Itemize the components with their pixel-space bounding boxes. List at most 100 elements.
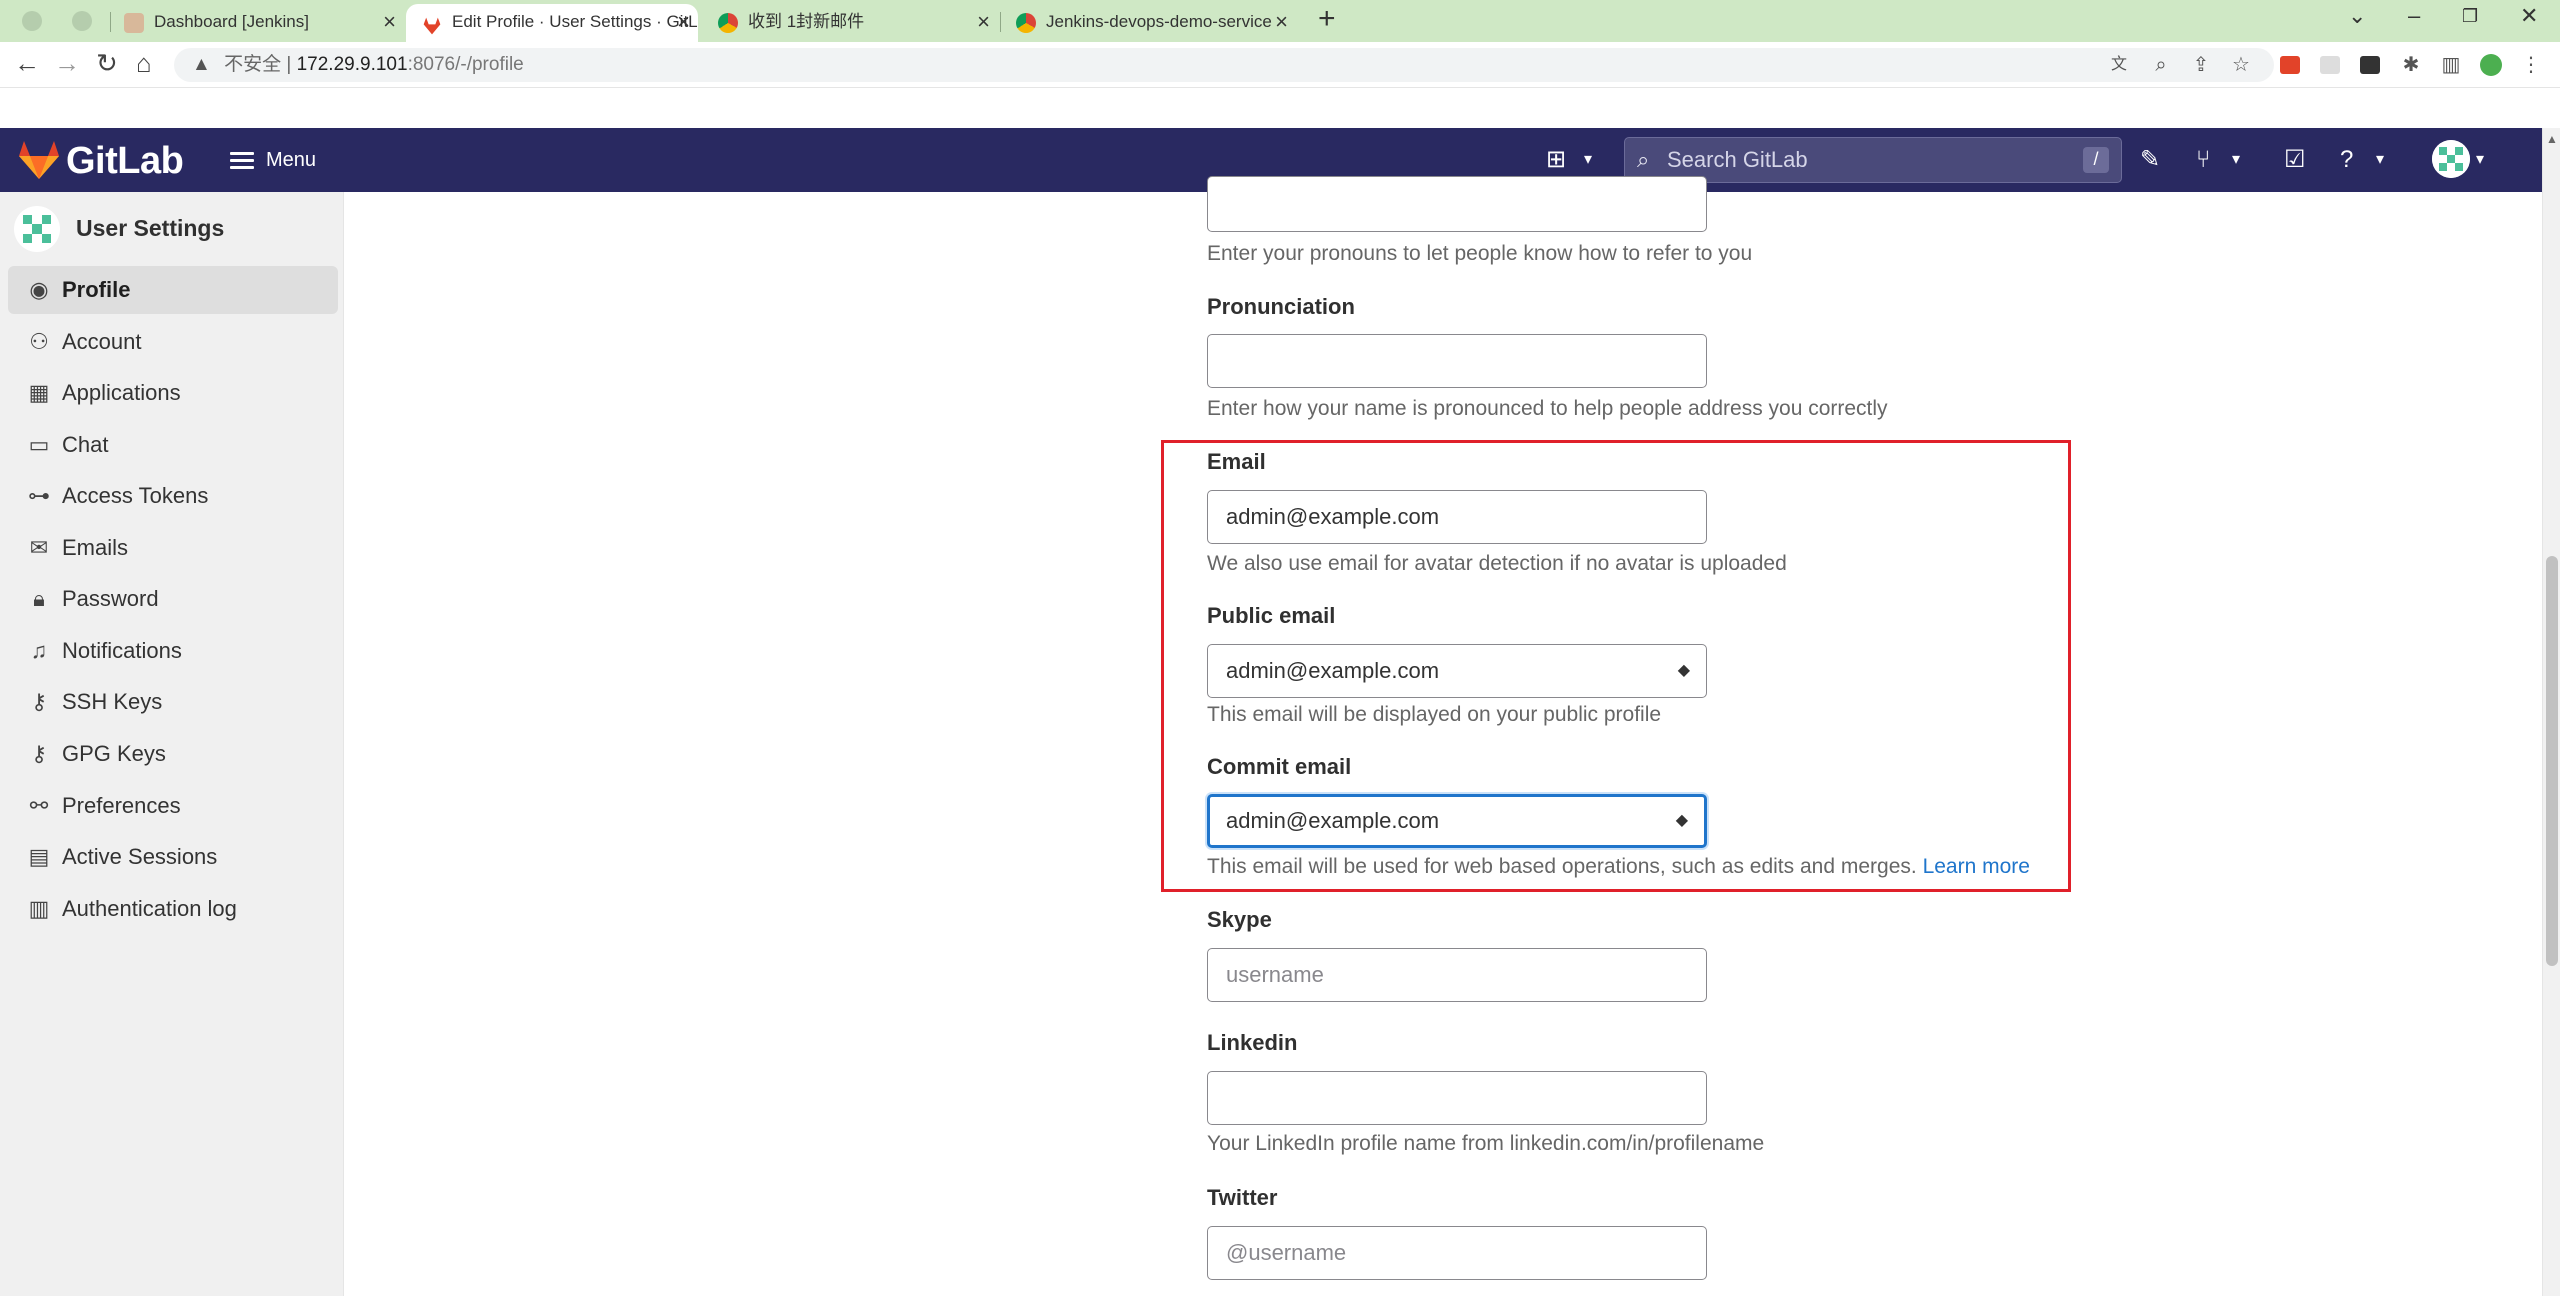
close-tab-icon[interactable]: × [677,4,690,40]
close-window-icon[interactable]: ✕ [2520,3,2538,29]
chevron-down-icon[interactable]: ▾ [2376,146,2384,174]
tab-jenkins-devops-demo[interactable]: Jenkins-devops-demo-service × [1000,4,1296,42]
merge-requests-icon[interactable]: ⑂ [2196,146,2210,174]
page-scrollbar[interactable]: ▲ [2542,128,2560,1296]
scroll-up-icon[interactable]: ▲ [2546,132,2558,146]
key-icon: ⚷ [30,741,48,766]
bookmark-star-icon[interactable]: ☆ [2230,54,2252,76]
email-label: Email [1207,449,1266,474]
tab-jenkins-dashboard[interactable]: Dashboard [Jenkins] × [108,4,404,42]
new-plus-icon[interactable]: ⊞ [1546,146,1566,174]
pronouns-hint: Enter your pronouns to let people know h… [1207,242,1753,265]
chrome-icon [718,13,738,33]
menu-button[interactable]: Menu [230,148,316,173]
chevron-down-icon[interactable]: ⌄ [2348,3,2366,29]
learn-more-link[interactable]: Learn more [1923,855,2030,878]
pronunciation-input[interactable] [1207,334,1707,388]
sidebar-item-ssh-keys[interactable]: ⚷ SSH Keys [8,678,338,726]
help-icon[interactable]: ? [2340,146,2353,174]
public-email-hint: This email will be displayed on your pub… [1207,703,1662,726]
mail-icon: ✉ [29,535,49,560]
forward-icon[interactable]: → [54,48,80,79]
chevron-down-icon[interactable]: ▾ [1584,146,1592,174]
linkedin-input[interactable] [1207,1071,1707,1125]
home-icon[interactable]: ⌂ [136,48,152,79]
skype-label: Skype [1207,907,1272,932]
token-icon: ⊶ [28,483,50,508]
sidebar-item-profile[interactable]: ◉ Profile [8,266,338,314]
issues-icon[interactable]: ✎ [2140,146,2160,174]
chevron-down-icon[interactable]: ▾ [2476,146,2484,174]
account-icon: ⚇ [29,329,49,354]
zoom-icon[interactable]: ⌕ [2150,54,2172,76]
minimize-icon[interactable]: – [2408,3,2420,29]
browser-toolbar: ← → ↻ ⌂ ▲ 不安全 | 172.29.9.101:8076/-/prof… [0,42,2560,88]
chevron-down-icon[interactable]: ▾ [2232,146,2240,174]
email-input[interactable]: admin@example.com [1207,490,1707,544]
tab-group-icon[interactable] [22,11,42,31]
new-tab-icon[interactable]: + [1318,2,1336,36]
user-avatar[interactable] [2432,140,2470,178]
user-avatar [14,206,60,252]
not-secure-icon: ▲ [192,54,211,75]
sidebar-item-notifications[interactable]: ♫ Notifications [8,627,338,675]
twitter-label: Twitter [1207,1185,1278,1210]
email-hint: We also use email for avatar detection i… [1207,552,1787,575]
restore-icon[interactable]: ❐ [2462,6,2478,27]
close-tab-icon[interactable]: × [977,4,990,40]
back-icon[interactable]: ← [14,48,40,79]
jenkins-icon [124,13,144,33]
pronouns-input[interactable] [1207,176,1707,232]
sidebar-item-applications[interactable]: ▦ Applications [8,369,338,417]
close-tab-icon[interactable]: × [383,4,396,40]
key-icon: ⚷ [30,689,48,714]
more-icon[interactable]: ⋮ [2520,54,2542,76]
share-icon[interactable]: ⇪ [2190,54,2212,76]
search-shortcut-badge: / [2083,147,2109,173]
preferences-icon: ⚯ [29,793,49,818]
sidebar-item-gpg-keys[interactable]: ⚷ GPG Keys [8,730,338,778]
chat-icon: ▭ [28,432,50,457]
sidebar-item-active-sessions[interactable]: ▤ Active Sessions [8,833,338,881]
gitlab-wordmark[interactable]: GitLab [66,140,184,183]
tab-new-mail[interactable]: 收到 1封新邮件 × [702,4,998,42]
twitter-input[interactable]: @username [1207,1226,1707,1280]
sidebar-header[interactable]: User Settings [14,204,224,252]
sidebar-item-account[interactable]: ⚇ Account [8,318,338,366]
chrome-icon [1016,13,1036,33]
close-tab-icon[interactable]: × [1275,4,1288,40]
skype-input[interactable]: username [1207,948,1707,1002]
sidebar-item-preferences[interactable]: ⚯ Preferences [8,782,338,830]
sidebar-item-authentication-log[interactable]: ▥ Authentication log [8,885,338,933]
user-settings-sidebar: User Settings ◉ Profile ⚇ Account ▦ Applica… [0,192,344,1296]
translate-icon[interactable]: 文 [2108,54,2130,76]
commit-email-select[interactable]: admin@example.com ◆ [1207,794,1707,848]
puzzle-icon[interactable]: ✱ [2400,54,2422,76]
sidebar-item-emails[interactable]: ✉ Emails [8,524,338,572]
tab-group-icon[interactable] [72,11,92,31]
side-panel-icon[interactable]: ▥ [2440,54,2462,76]
gitlab-logo-icon[interactable] [18,140,60,180]
sidebar-item-chat[interactable]: ▭ Chat [8,421,338,469]
todos-icon[interactable]: ☑ [2284,146,2306,174]
commit-email-hint: This email will be used for web based op… [1207,855,2030,878]
select-arrows-icon: ◆ [1675,812,1688,829]
gitlab-icon [422,13,442,35]
linkedin-hint: Your LinkedIn profile name from linkedin… [1207,1132,1765,1155]
profile-avatar-icon[interactable] [2480,54,2502,76]
public-email-select[interactable]: admin@example.com ◆ [1207,644,1707,698]
applications-icon: ▦ [28,380,50,405]
pronunciation-label: Pronunciation [1207,294,1355,319]
tab-gitlab-edit-profile[interactable]: Edit Profile · User Settings · GitLab × [406,4,698,42]
bell-icon: ♫ [30,638,48,663]
scrollbar-thumb[interactable] [2546,556,2558,966]
address-bar[interactable]: ▲ 不安全 | 172.29.9.101:8076/-/profile [174,48,2274,82]
reload-icon[interactable]: ↻ [96,48,118,79]
extension-icon[interactable] [2280,56,2300,74]
sidebar-item-access-tokens[interactable]: ⊶ Access Tokens [8,472,338,520]
extension-icon[interactable] [2320,56,2340,74]
pronunciation-hint: Enter how your name is pronounced to hel… [1207,397,1888,420]
extension-icon[interactable] [2360,56,2380,74]
hamburger-icon [230,148,254,173]
sidebar-item-password[interactable]: 🔒︎ Password [8,575,338,623]
